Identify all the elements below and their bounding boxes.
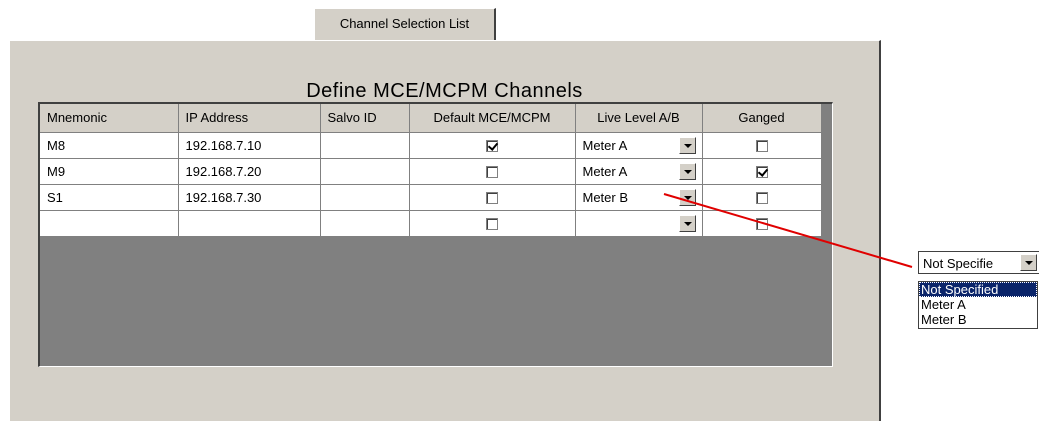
live-level-combo[interactable]: Not Specifie [918,251,1039,274]
live-level-dropdown-callout: Not Specifie Not Specified Meter A Meter B [918,251,1039,329]
dropdown-option[interactable]: Meter A [919,297,1037,312]
live-level-options-list: Not Specified Meter A Meter B [918,281,1038,329]
tab-channel-selection-list[interactable]: Channel Selection List [314,8,496,40]
live-level-combo-value: Not Specifie [923,256,994,271]
dropdown-option[interactable]: Not Specified [919,282,1037,297]
chevron-down-icon[interactable] [1020,254,1037,271]
callout-arrow-line [663,193,913,268]
dropdown-option[interactable]: Meter B [919,312,1037,327]
callout-line [663,193,913,268]
